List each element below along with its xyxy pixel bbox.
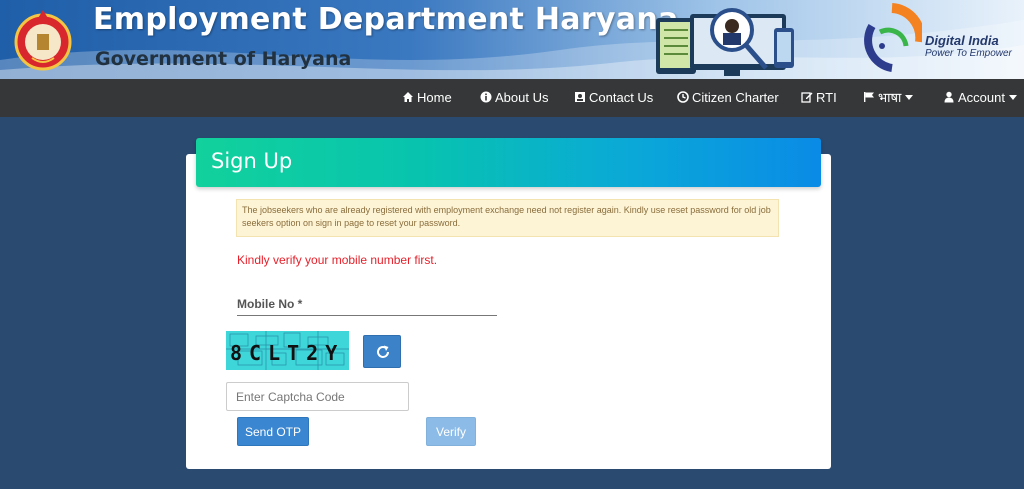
clock-icon xyxy=(677,91,689,103)
nav-citizen-charter-label: Citizen Charter xyxy=(692,90,779,105)
flag-icon xyxy=(864,92,874,102)
digital-india-tagline: Power To Empower xyxy=(925,48,1012,59)
main-nav: Home About Us Contact Us Citizen Charter… xyxy=(0,79,1024,117)
chevron-down-icon xyxy=(905,95,914,100)
mobile-verify-warning: Kindly verify your mobile number first. xyxy=(237,253,438,267)
nav-rti[interactable]: RTI xyxy=(801,79,837,117)
nav-rti-label: RTI xyxy=(816,90,837,105)
nav-account-label: Account xyxy=(958,90,1005,105)
notice-box: The jobseekers who are already registere… xyxy=(236,199,779,237)
captcha-image: 8CLT2Y xyxy=(226,331,349,370)
signup-card-header: Sign Up xyxy=(196,138,821,187)
verify-button[interactable]: Verify xyxy=(426,417,476,446)
haryana-emblem-icon xyxy=(14,10,72,71)
refresh-icon xyxy=(377,345,389,358)
digital-india-text: Digital India Power To Empower xyxy=(925,33,1012,59)
nav-account-dropdown[interactable]: Account xyxy=(943,79,1017,117)
nav-contact-us-label: Contact Us xyxy=(589,90,654,105)
nav-home[interactable]: Home xyxy=(402,79,452,117)
info-circle-icon xyxy=(480,91,492,103)
digital-india-logo-icon xyxy=(864,3,922,72)
send-otp-button[interactable]: Send OTP xyxy=(237,417,309,446)
captcha-text: 8CLT2Y xyxy=(230,341,344,365)
contact-card-icon xyxy=(575,92,585,102)
user-icon xyxy=(944,91,954,103)
nav-about-us-label: About Us xyxy=(495,90,549,105)
header-banner: Employment Department Haryana Government… xyxy=(0,0,1024,79)
chevron-down-icon xyxy=(1008,95,1017,100)
page-subtitle: Government of Haryana xyxy=(95,48,352,70)
nav-contact-us[interactable]: Contact Us xyxy=(574,79,653,117)
job-search-illustration-icon xyxy=(656,8,794,76)
mobile-input-underline[interactable] xyxy=(237,315,497,316)
refresh-captcha-button[interactable] xyxy=(363,335,401,368)
edit-icon xyxy=(801,92,813,103)
digital-india-title: Digital India xyxy=(925,33,999,48)
home-icon xyxy=(403,92,413,102)
nav-about-us[interactable]: About Us xyxy=(480,79,548,117)
nav-language-label: भाषा xyxy=(878,90,902,105)
nav-citizen-charter[interactable]: Citizen Charter xyxy=(677,79,779,117)
page-title: Employment Department Haryana xyxy=(93,2,679,37)
signup-heading: Sign Up xyxy=(211,149,293,173)
mobile-field-label: Mobile No * xyxy=(237,297,303,311)
nav-home-label: Home xyxy=(417,90,452,105)
nav-language-dropdown[interactable]: भाषा xyxy=(863,79,914,117)
captcha-input[interactable] xyxy=(226,382,409,411)
